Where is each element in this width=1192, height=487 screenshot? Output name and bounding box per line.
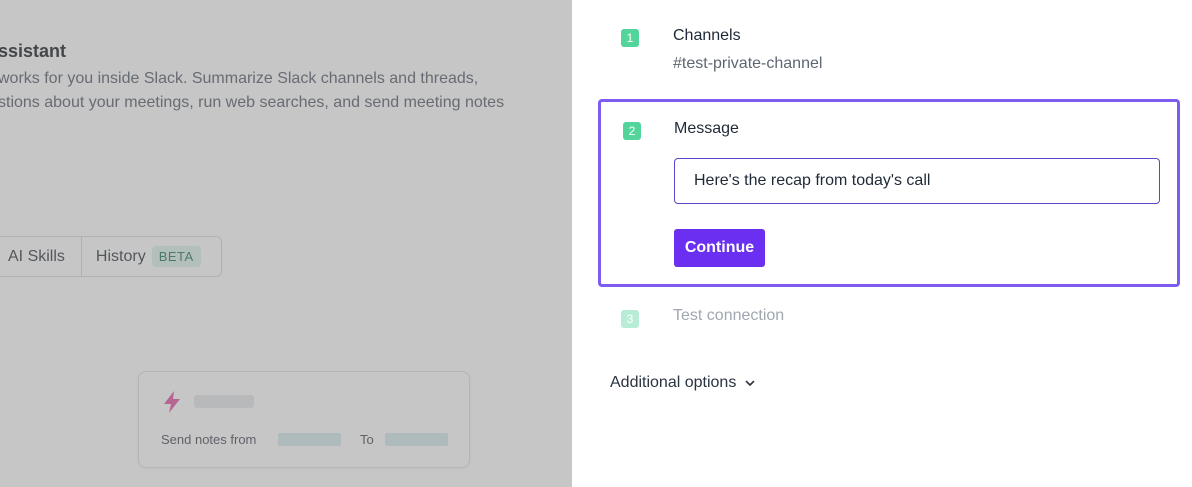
step-2-badge: 2	[623, 122, 641, 140]
selected-channel: #test-private-channel	[673, 55, 823, 72]
step-3-title: Test connection	[673, 307, 785, 324]
step-1-badge: 1	[621, 29, 639, 47]
continue-button[interactable]: Continue	[674, 229, 765, 267]
additional-options-label: Additional options	[610, 374, 737, 391]
step-2-title: Message	[674, 120, 739, 137]
chevron-down-icon	[746, 380, 755, 386]
step-2-panel: 2 Message Continue	[598, 99, 1180, 287]
step-1-title: Channels	[673, 27, 741, 44]
step-3-badge: 3	[621, 310, 639, 328]
additional-options-toggle[interactable]: Additional options	[610, 374, 756, 392]
modal-backdrop[interactable]	[0, 0, 572, 487]
message-input[interactable]	[674, 158, 1160, 204]
setup-drawer: 1 Channels #test-private-channel 2 Messa…	[572, 0, 1192, 487]
